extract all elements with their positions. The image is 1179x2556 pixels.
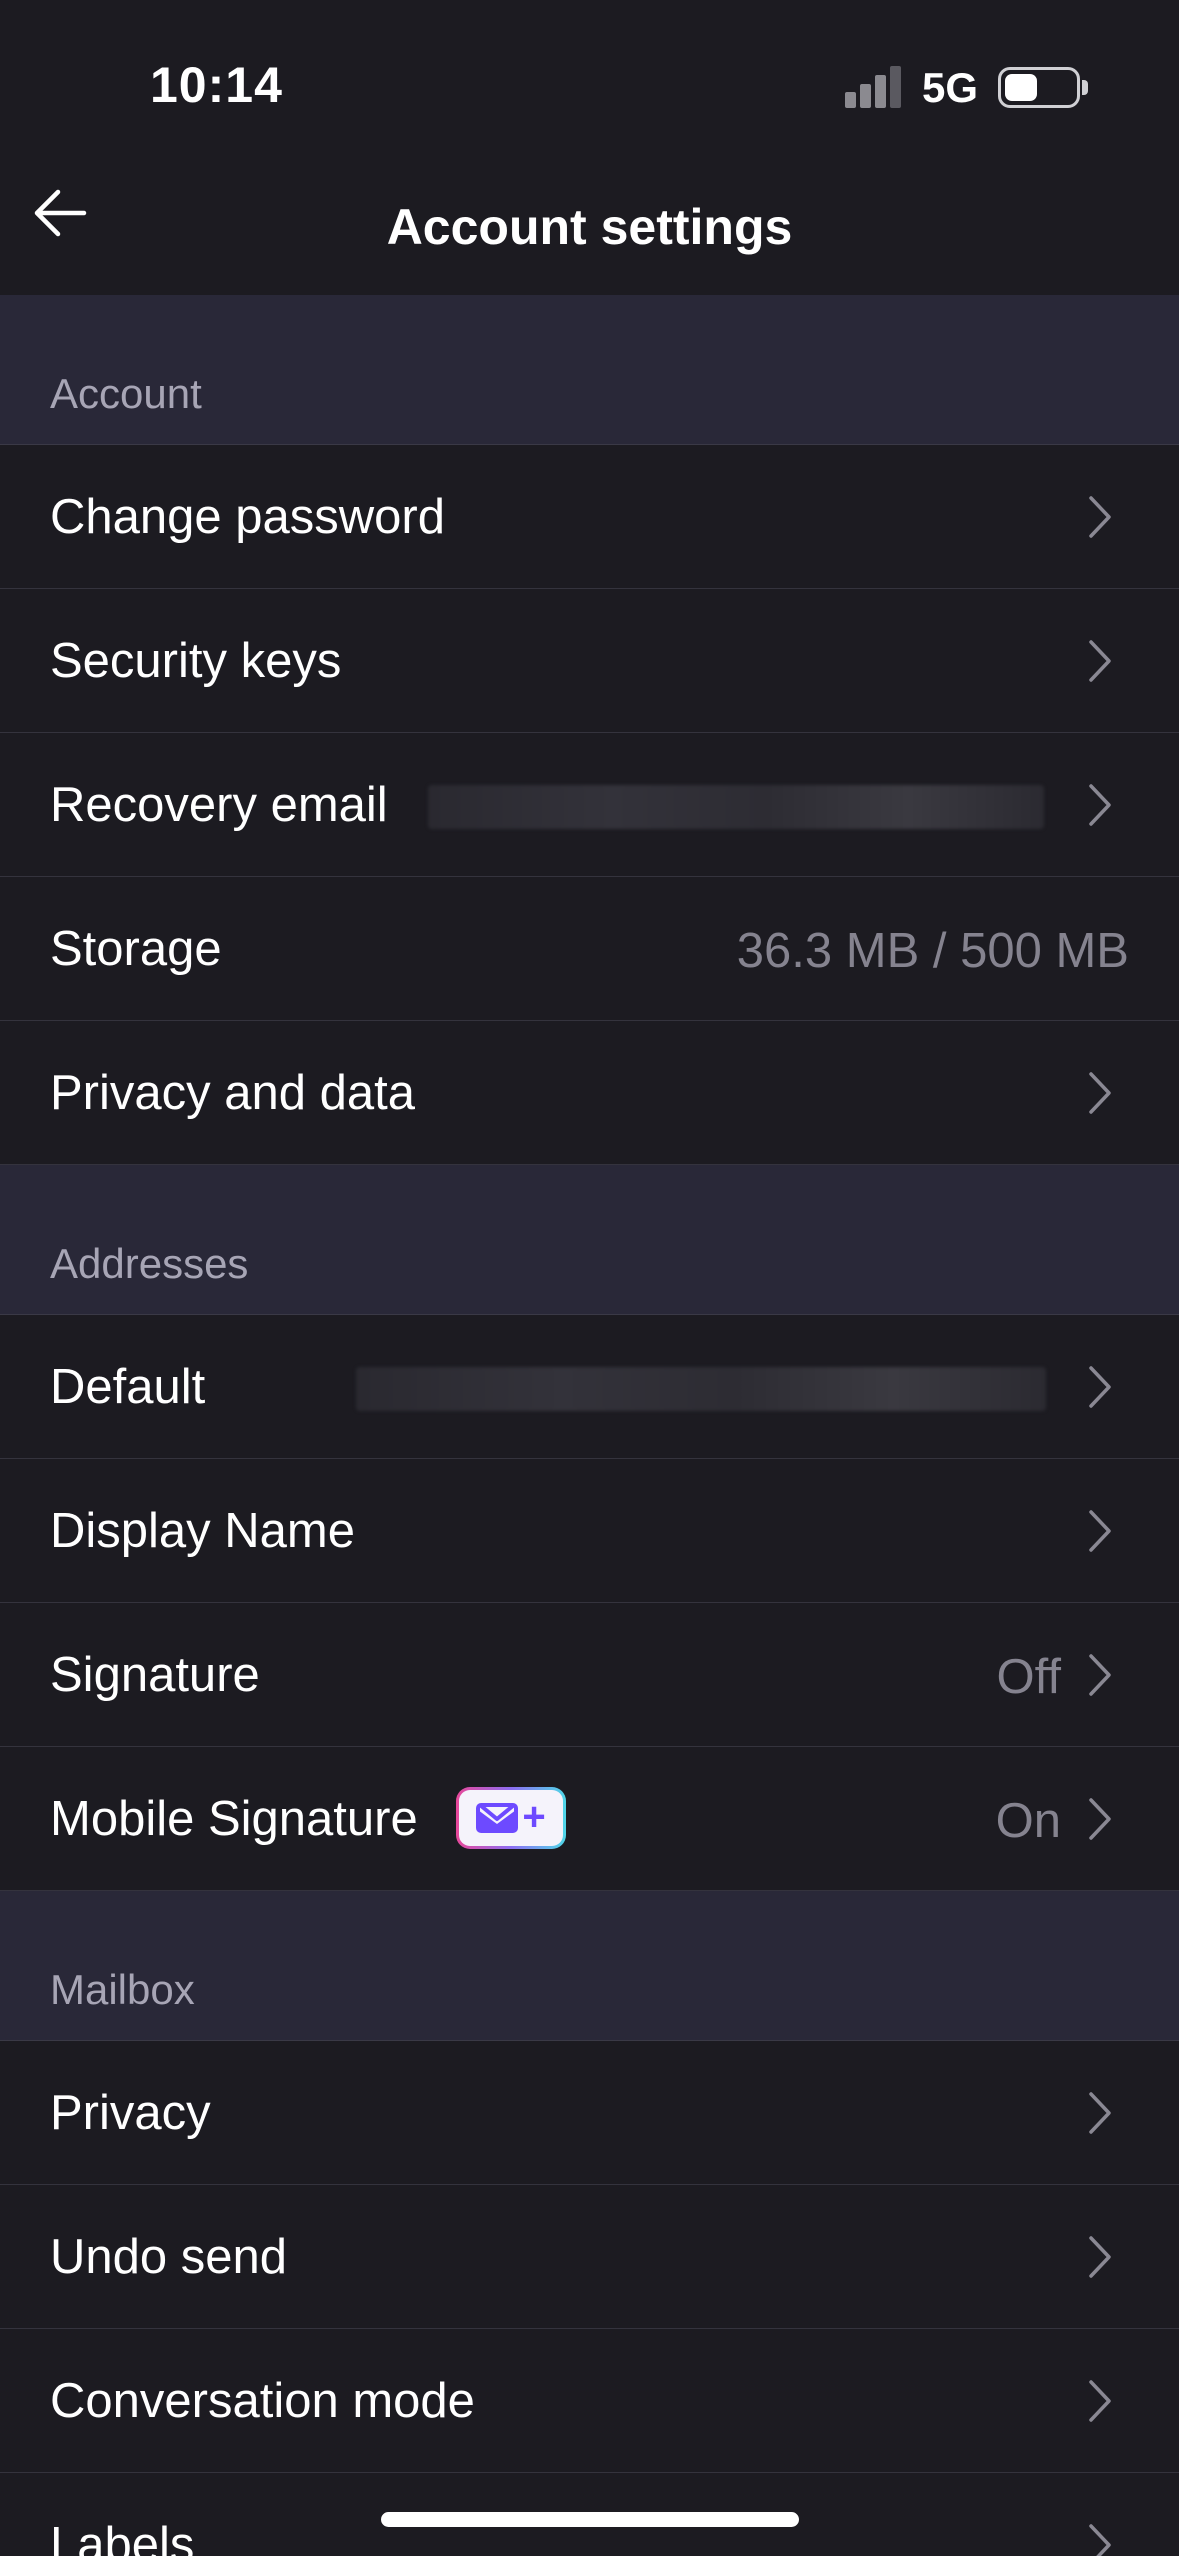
row-label: Labels xyxy=(50,2518,195,2556)
signal-icon xyxy=(845,66,903,108)
chevron-right-icon xyxy=(1089,1798,1111,1840)
chevron-right-icon xyxy=(1089,784,1111,826)
status-time: 10:14 xyxy=(150,57,283,113)
row-label: Security keys xyxy=(50,634,342,688)
row-privacy[interactable]: Privacy xyxy=(0,2041,1179,2185)
battery-icon xyxy=(998,67,1080,108)
row-label: Privacy xyxy=(50,2086,211,2140)
page-title: Account settings xyxy=(386,199,793,255)
row-label: Display Name xyxy=(50,1504,355,1558)
row-change-password[interactable]: Change password xyxy=(0,445,1179,589)
storage-value: 36.3 MB / 500 MB xyxy=(736,924,1129,978)
chevron-right-icon xyxy=(1089,2380,1111,2422)
row-label: Signature xyxy=(50,1648,260,1702)
chevron-right-icon xyxy=(1089,1510,1111,1552)
row-mobile-signature[interactable]: Mobile Signature + On xyxy=(0,1747,1179,1891)
row-label: Undo send xyxy=(50,2230,288,2284)
row-label: Mobile Signature xyxy=(50,1792,418,1846)
section-header-mailbox: Mailbox xyxy=(0,1891,1179,2041)
row-label: Privacy and data xyxy=(50,1066,415,1120)
home-indicator[interactable] xyxy=(381,2512,799,2527)
chevron-right-icon xyxy=(1089,1654,1111,1696)
row-signature[interactable]: Signature Off xyxy=(0,1603,1179,1747)
chevron-right-icon xyxy=(1089,1366,1111,1408)
row-label: Default xyxy=(50,1360,206,1414)
section-header-addresses: Addresses xyxy=(0,1165,1179,1315)
battery-nub xyxy=(1082,80,1088,95)
row-label: Conversation mode xyxy=(50,2374,475,2428)
row-label: Recovery email xyxy=(50,778,388,832)
nav-bar: Account settings xyxy=(0,150,1179,295)
row-label: Storage xyxy=(50,922,222,976)
chevron-right-icon xyxy=(1089,496,1111,538)
plus-glyph: + xyxy=(522,1794,546,1839)
account-settings-screen: 10:14 5G Account settings Account Change… xyxy=(0,0,1179,2556)
section-label: Addresses xyxy=(50,1240,249,1287)
row-privacy-and-data[interactable]: Privacy and data xyxy=(0,1021,1179,1165)
row-conversation-mode[interactable]: Conversation mode xyxy=(0,2329,1179,2473)
chevron-right-icon xyxy=(1089,2524,1111,2556)
row-recovery-email[interactable]: Recovery email xyxy=(0,733,1179,877)
row-security-keys[interactable]: Security keys xyxy=(0,589,1179,733)
redacted-address xyxy=(356,1367,1046,1411)
section-header-account: Account xyxy=(0,295,1179,445)
chevron-right-icon xyxy=(1089,640,1111,682)
row-default-address[interactable]: Default xyxy=(0,1315,1179,1459)
chevron-right-icon xyxy=(1089,1072,1111,1114)
section-label: Account xyxy=(50,370,202,417)
row-storage: Storage 36.3 MB / 500 MB xyxy=(0,877,1179,1021)
network-type: 5G xyxy=(922,64,979,111)
row-undo-send[interactable]: Undo send xyxy=(0,2185,1179,2329)
section-label: Mailbox xyxy=(50,1966,195,2013)
chevron-right-icon xyxy=(1089,2236,1111,2278)
status-bar: 10:14 5G xyxy=(0,0,1179,150)
chevron-right-icon xyxy=(1089,2092,1111,2134)
mail-plus-badge: + xyxy=(456,1787,566,1849)
row-display-name[interactable]: Display Name xyxy=(0,1459,1179,1603)
mobile-signature-value: On xyxy=(995,1794,1061,1848)
redacted-email xyxy=(428,785,1044,829)
row-label: Change password xyxy=(50,490,445,544)
mail-plus-icon xyxy=(476,1803,519,1833)
signature-value: Off xyxy=(996,1650,1061,1704)
